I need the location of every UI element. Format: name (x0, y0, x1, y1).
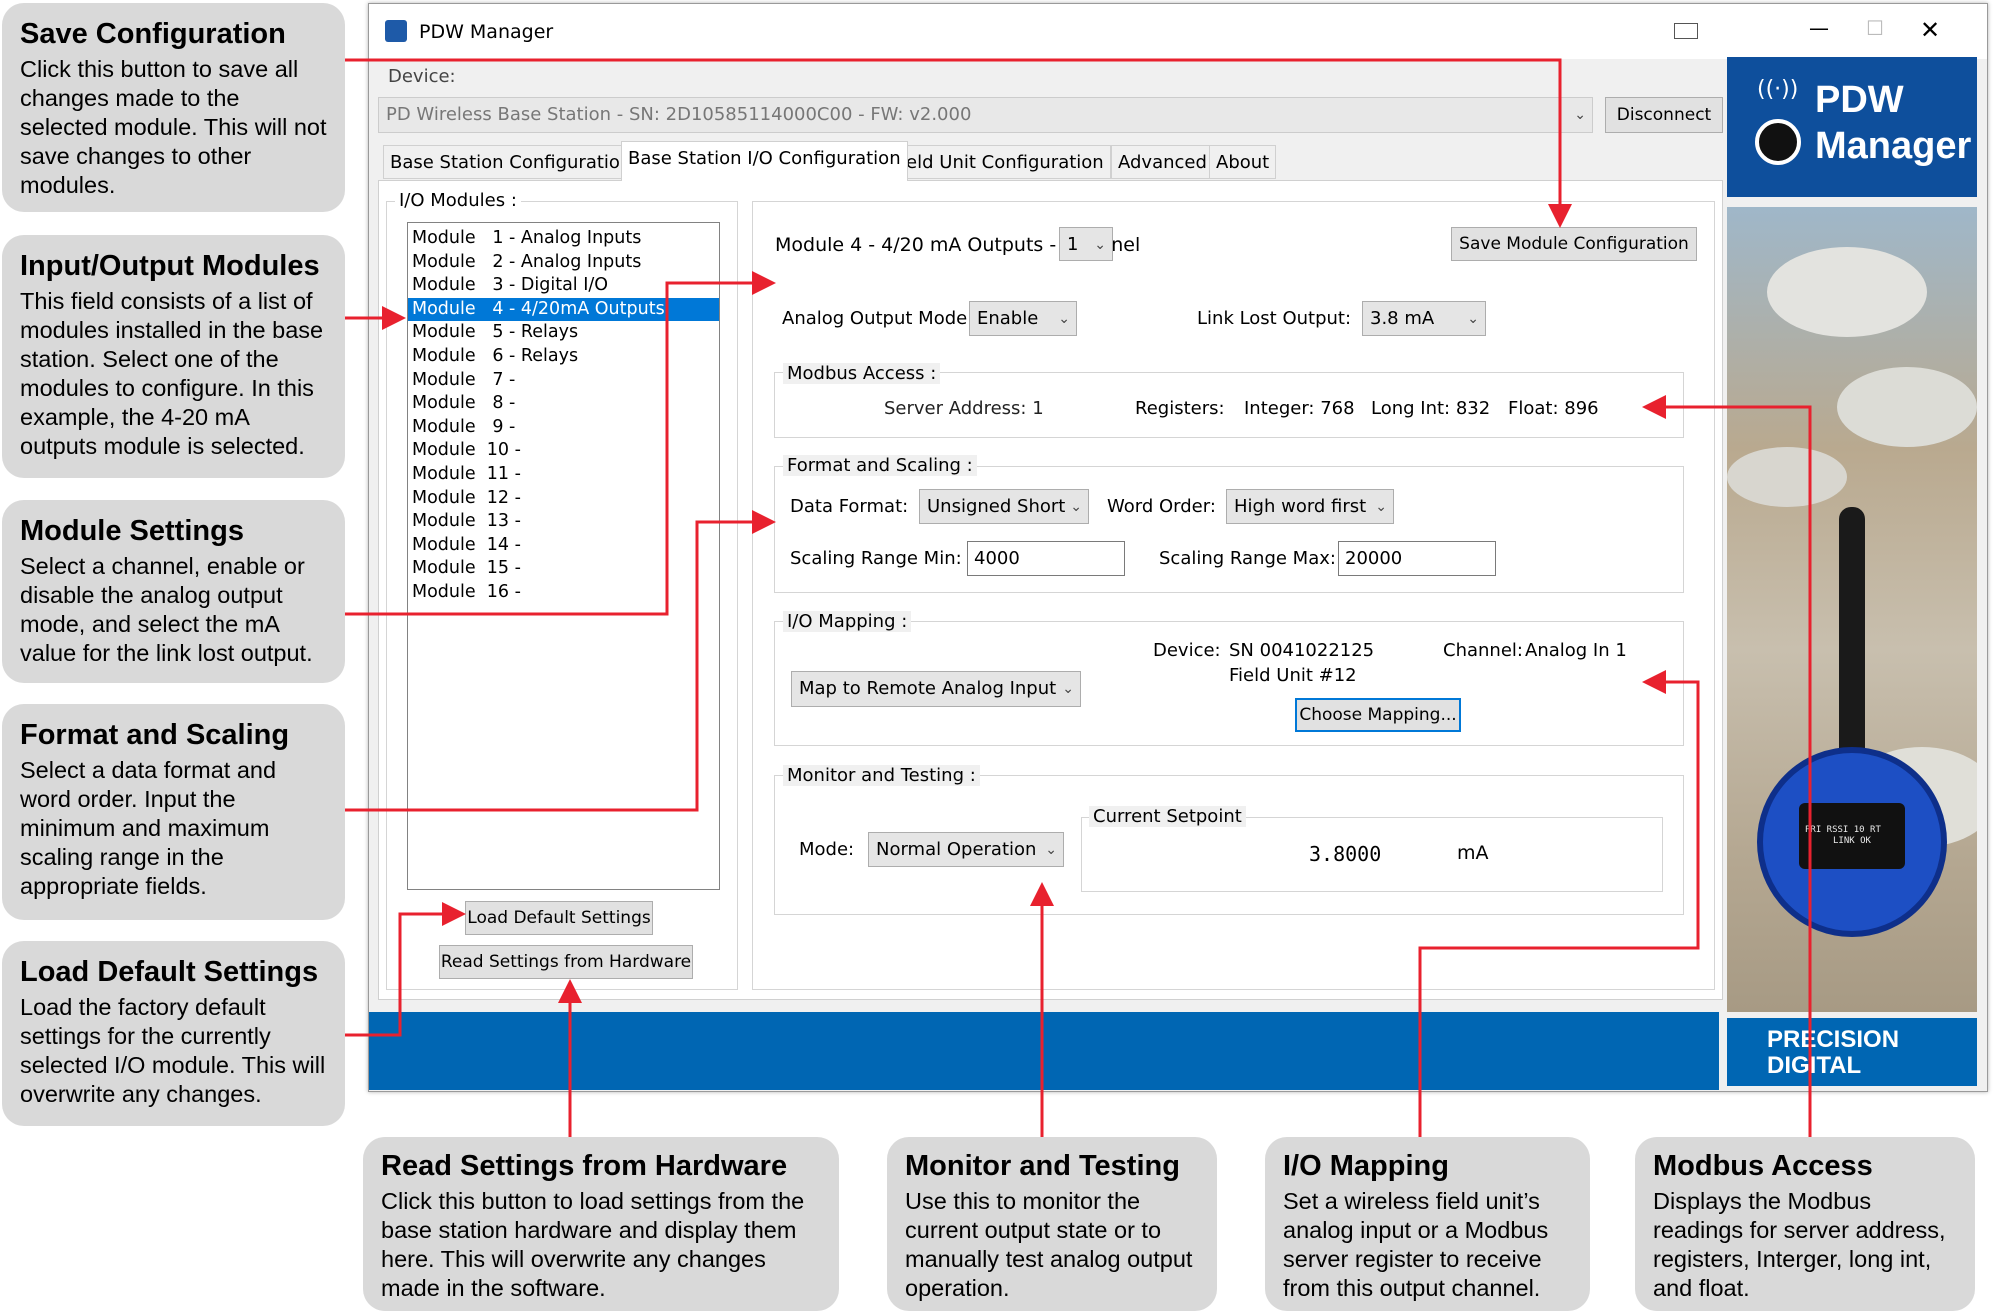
callout-title: I/O Mapping (1283, 1150, 1449, 1182)
arrow-load-default (345, 902, 466, 1037)
callout-body: Click this button to save all changes ma… (20, 56, 327, 198)
callout-body: Use this to monitor the current output s… (905, 1188, 1193, 1301)
callout-io-mapping: I/O Mapping Set a wireless field unit’s … (1265, 1137, 1590, 1311)
callout-body: Displays the Modbus readings for server … (1653, 1188, 1946, 1301)
arrow-modbus (1642, 395, 1812, 1142)
callout-input-output-modules: Input/Output Modules This field consists… (2, 235, 345, 478)
callout-body: Click this button to load settings from … (381, 1188, 805, 1301)
callout-module-settings: Module Settings Select a channel, enable… (2, 500, 345, 683)
callout-title: Load Default Settings (20, 956, 319, 988)
callout-body: Select a channel, enable or disable the … (20, 553, 313, 666)
callout-body: Select a data format and word order. Inp… (20, 757, 277, 899)
callout-title: Monitor and Testing (905, 1150, 1180, 1182)
callout-body: Load the factory default settings for th… (20, 994, 326, 1107)
arrow-save (345, 58, 1572, 228)
callout-body: This field consists of a list of modules… (20, 288, 324, 459)
callout-title: Module Settings (20, 515, 244, 547)
tab-base-station-io-configuration[interactable]: Base Station I/O Configuration (621, 141, 908, 181)
callout-body: Set a wireless field unit’s analog input… (1283, 1188, 1549, 1301)
callout-save-configuration: Save Configuration Click this button to … (2, 3, 345, 212)
arrow-io-mapping (1418, 670, 1700, 1142)
arrow-module-settings (345, 271, 776, 616)
callout-format-and-scaling: Format and Scaling Select a data format … (2, 704, 345, 920)
callout-monitor-and-testing: Monitor and Testing Use this to monitor … (887, 1137, 1217, 1311)
callout-title: Input/Output Modules (20, 250, 320, 282)
callout-read-settings-from-hardware: Read Settings from Hardware Click this b… (363, 1137, 839, 1311)
callout-title: Read Settings from Hardware (381, 1150, 788, 1182)
callout-title: Save Configuration (20, 18, 286, 50)
callout-load-default-settings: Load Default Settings Load the factory d… (2, 941, 345, 1126)
callout-title: Format and Scaling (20, 719, 290, 751)
callout-modbus-access: Modbus Access Displays the Modbus readin… (1635, 1137, 1975, 1311)
callout-title: Modbus Access (1653, 1150, 1873, 1182)
arrow-format-scaling (345, 510, 776, 812)
